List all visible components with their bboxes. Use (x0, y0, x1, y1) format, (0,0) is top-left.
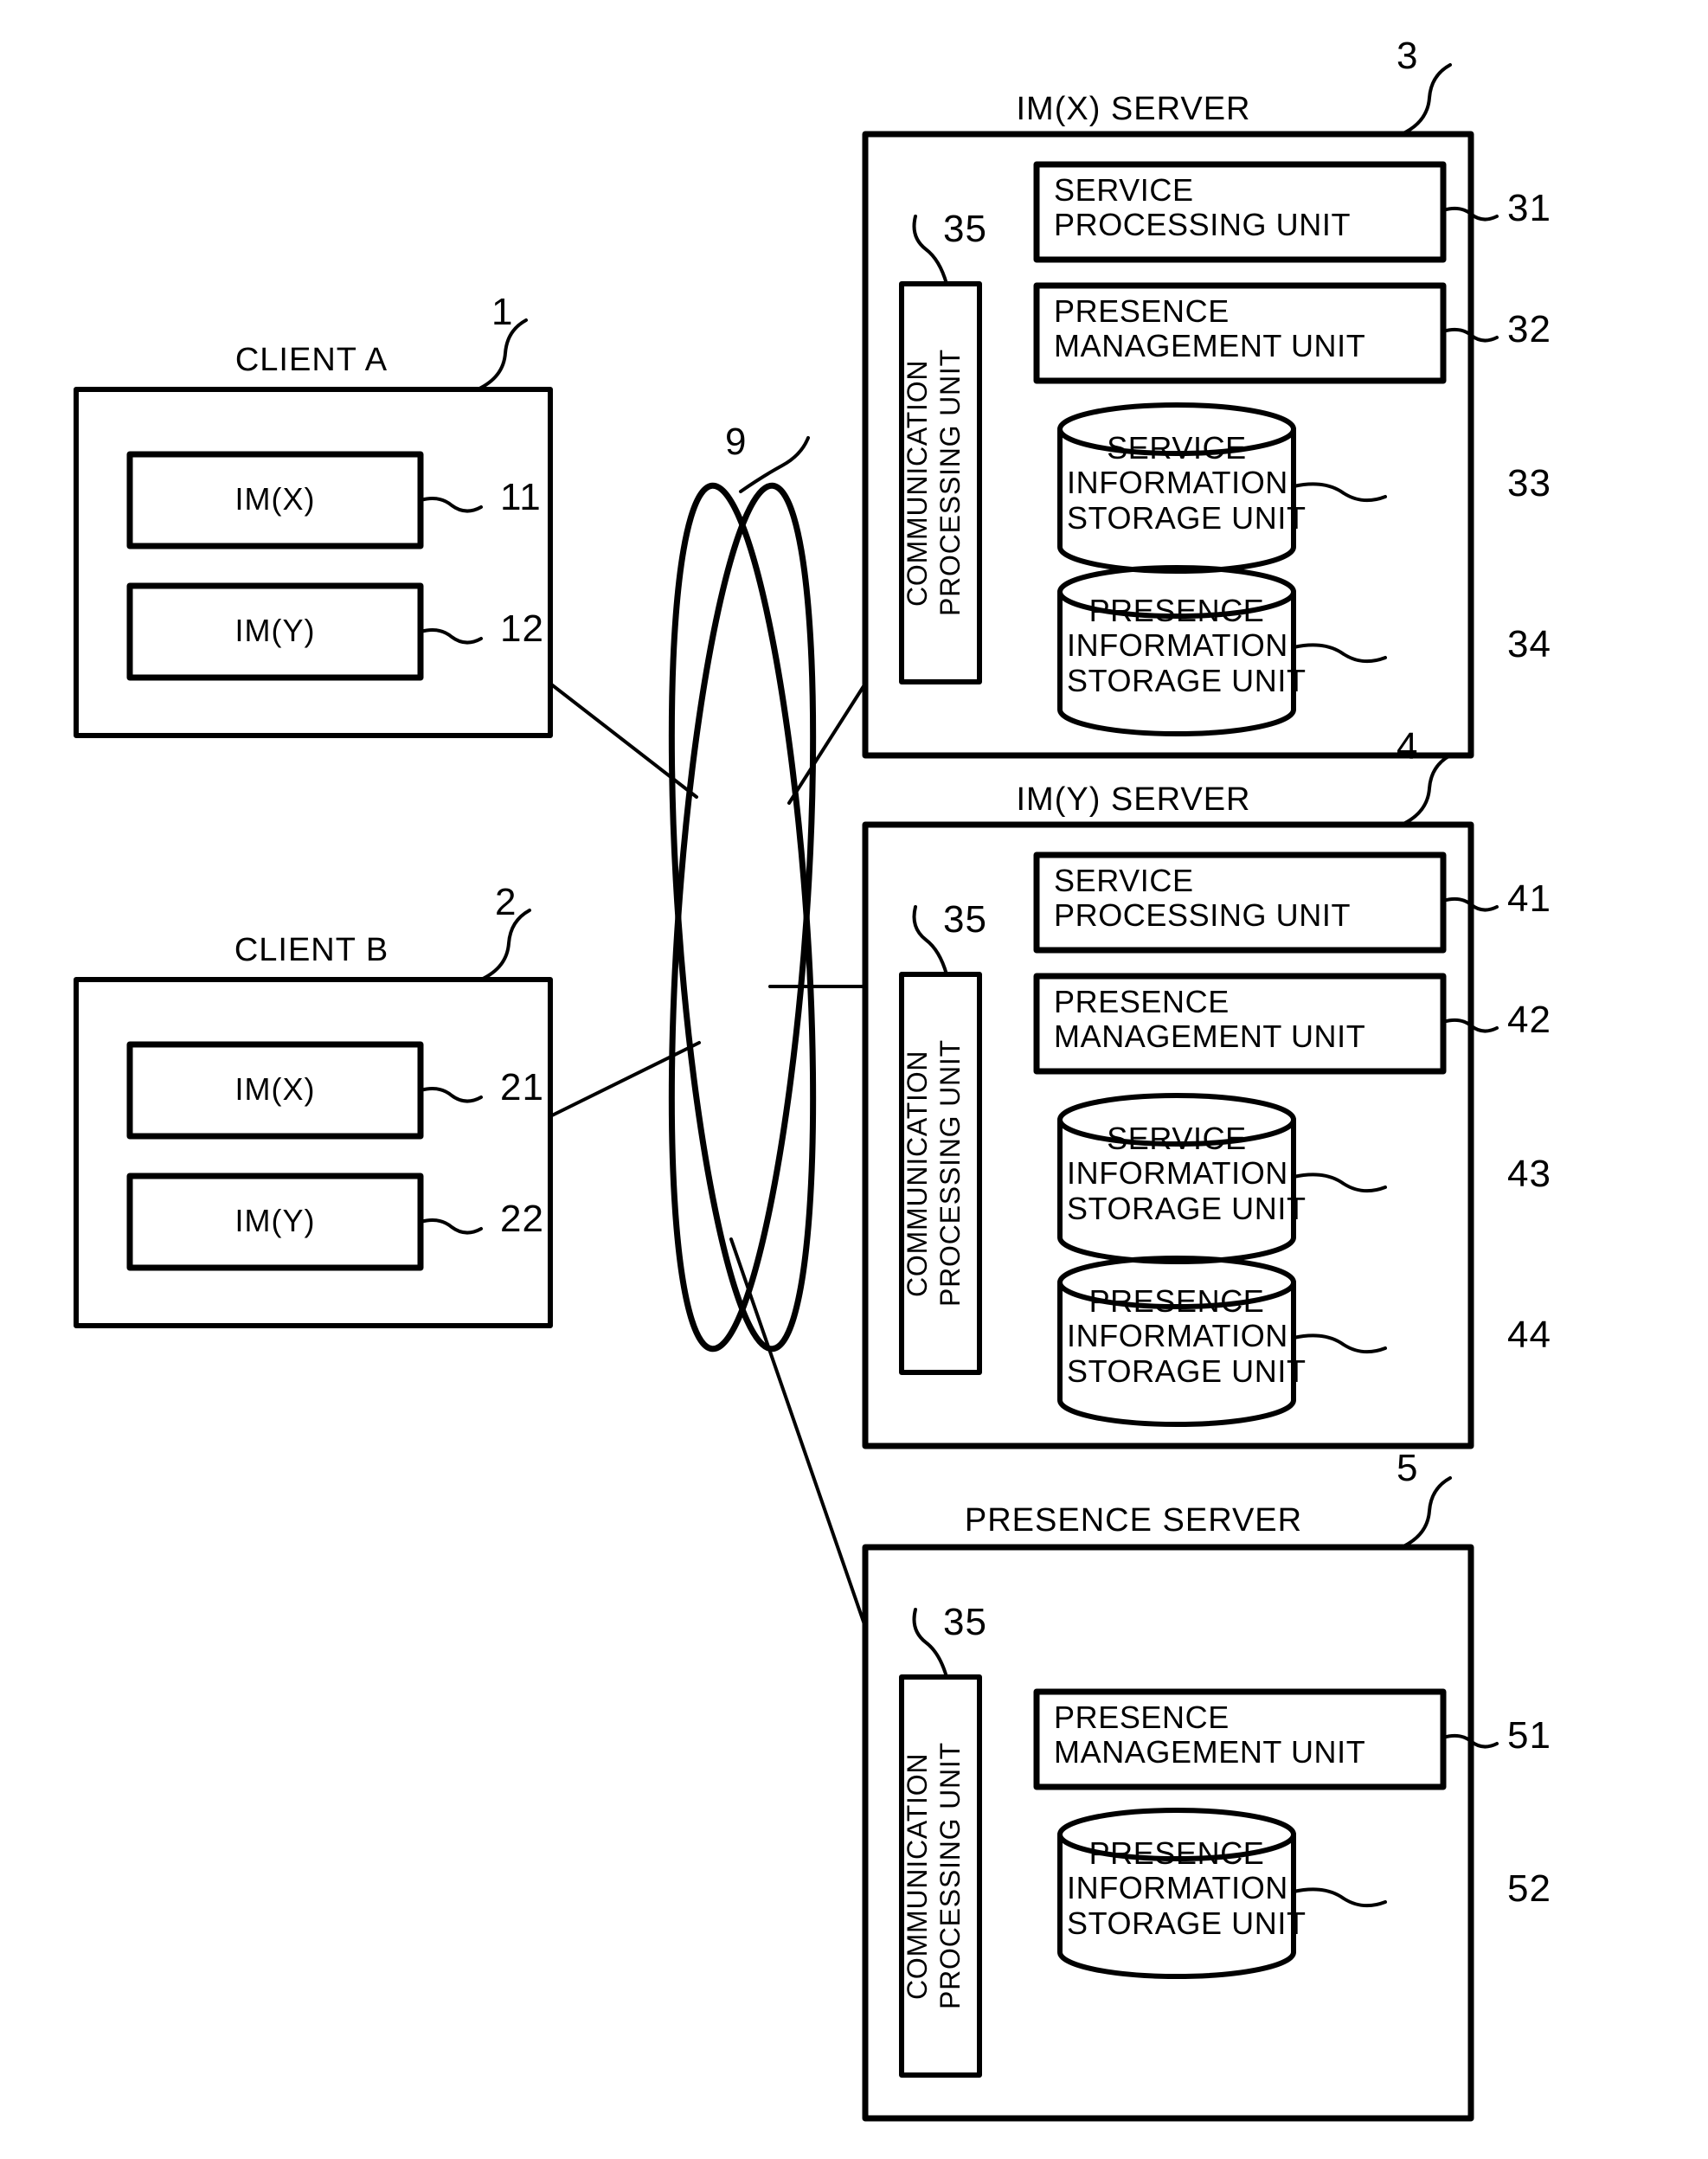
presence-server-ref: 5 (1397, 1447, 1419, 1489)
presence-info-storage-ref: 52 (1507, 1867, 1551, 1910)
leader-43 (1292, 1173, 1387, 1193)
leader-35-imy (912, 905, 948, 976)
imx-presence-management-unit-label: PRESENCE MANAGEMENT UNIT (1054, 293, 1366, 364)
leader-34 (1292, 643, 1387, 664)
imx-server-title: IM(X) SERVER (1016, 91, 1251, 127)
imy-service-processing-unit-ref: 41 (1507, 877, 1551, 920)
leader-33 (1292, 482, 1387, 503)
leader-22 (419, 1218, 483, 1235)
leader-42 (1442, 1018, 1499, 1033)
presence-management-unit-ref: 51 (1507, 1714, 1551, 1757)
presence-management-unit-label: PRESENCE MANAGEMENT UNIT (1054, 1700, 1366, 1770)
presence-server-title: PRESENCE SERVER (964, 1502, 1303, 1539)
network-ref: 9 (725, 421, 748, 463)
imx-service-info-storage-ref: 33 (1507, 462, 1551, 504)
leader-12 (419, 628, 483, 645)
imy-service-info-storage-ref: 43 (1507, 1153, 1551, 1195)
imx-presence-info-storage-ref: 34 (1507, 623, 1551, 665)
leader-31 (1442, 206, 1499, 222)
imx-comm-unit-label: COMMUNICATION PROCESSING UNIT (902, 349, 966, 617)
leader-41 (1442, 896, 1499, 912)
imy-server-title: IM(Y) SERVER (1016, 781, 1251, 818)
imy-presence-management-unit-ref: 42 (1507, 999, 1551, 1041)
client-b-im-y-label: IM(Y) (234, 1203, 316, 1238)
client-b-im-x-label: IM(X) (234, 1071, 316, 1107)
imx-service-info-storage-label: SERVICE INFORMATION STORAGE UNIT (1067, 430, 1307, 536)
imy-presence-management-unit-label: PRESENCE MANAGEMENT UNIT (1054, 984, 1366, 1055)
client-a-title: CLIENT A (234, 342, 388, 378)
imy-service-info-storage-label: SERVICE INFORMATION STORAGE UNIT (1067, 1121, 1307, 1226)
leader-51 (1442, 1733, 1499, 1749)
link-network-imx-server (787, 682, 867, 805)
client-a-ref: 1 (491, 291, 514, 333)
client-a-im-y-ref: 12 (500, 607, 544, 650)
client-b-title: CLIENT B (234, 932, 389, 968)
imx-presence-management-unit-ref: 32 (1507, 308, 1551, 350)
client-b-im-y-ref: 22 (500, 1198, 544, 1240)
leader-35-imx (912, 215, 948, 286)
patent-figure: CLIENT A 1 IM(X) 11 IM(Y) 12 CLIENT B 2 … (0, 0, 1708, 2159)
imy-comm-unit-label: COMMUNICATION PROCESSING UNIT (902, 1039, 966, 1308)
leader-52 (1292, 1887, 1387, 1908)
client-b-box (74, 977, 553, 1328)
imx-service-processing-unit-ref: 31 (1507, 187, 1551, 229)
client-a-im-y-label: IM(Y) (234, 613, 316, 648)
network-ellipse-a (668, 482, 817, 1353)
link-client-b-network (549, 1041, 701, 1118)
link-network-presence-server (729, 1237, 867, 1629)
imy-service-processing-unit-label: SERVICE PROCESSING UNIT (1054, 863, 1352, 934)
client-a-im-x-label: IM(X) (234, 481, 316, 517)
imy-presence-info-storage-ref: 44 (1507, 1314, 1551, 1356)
leader-44 (1292, 1333, 1387, 1354)
network-ellipse-b (668, 482, 817, 1353)
imx-comm-unit-ref: 35 (943, 208, 987, 250)
link-client-a-network (549, 682, 698, 799)
client-b-ref: 2 (495, 881, 517, 923)
presence-comm-unit-label: COMMUNICATION PROCESSING UNIT (902, 1742, 966, 2010)
presence-comm-unit-ref: 35 (943, 1601, 987, 1643)
client-a-im-x-ref: 11 (500, 476, 542, 518)
leader-11 (419, 497, 483, 513)
imy-presence-info-storage-label: PRESENCE INFORMATION STORAGE UNIT (1067, 1283, 1307, 1389)
leader-9 (739, 436, 810, 493)
imy-server-ref: 4 (1397, 725, 1419, 768)
imx-presence-info-storage-label: PRESENCE INFORMATION STORAGE UNIT (1067, 593, 1307, 698)
imy-comm-unit-ref: 35 (943, 898, 987, 941)
imx-service-processing-unit-label: SERVICE PROCESSING UNIT (1054, 172, 1352, 243)
client-a-box (74, 387, 553, 738)
leader-32 (1442, 327, 1499, 343)
leader-21 (419, 1087, 483, 1103)
client-b-im-x-ref: 21 (500, 1066, 544, 1108)
presence-info-storage-label: PRESENCE INFORMATION STORAGE UNIT (1067, 1835, 1307, 1941)
leader-35-presence (912, 1608, 948, 1679)
imx-server-ref: 3 (1397, 35, 1419, 77)
